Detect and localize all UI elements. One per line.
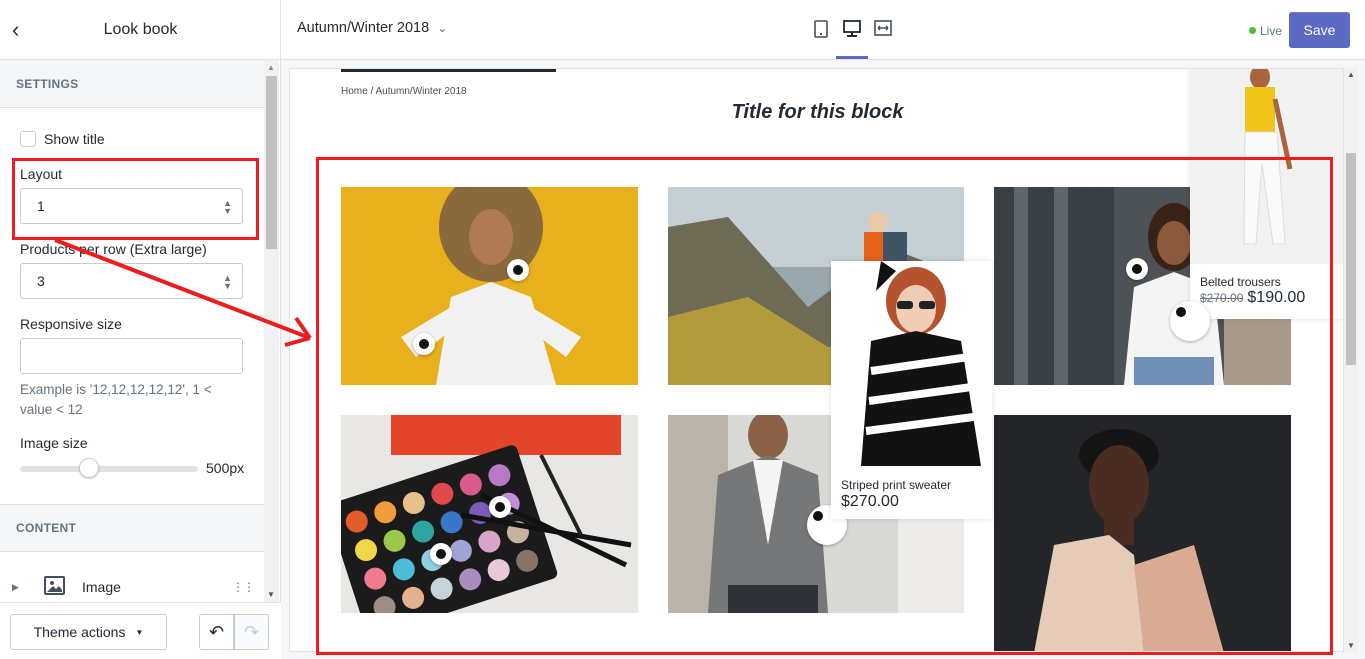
theme-editor: ‹ Look book SETTINGS Show title Layout 1… [0, 0, 1365, 659]
annotation-arrow-icon [54, 238, 312, 347]
